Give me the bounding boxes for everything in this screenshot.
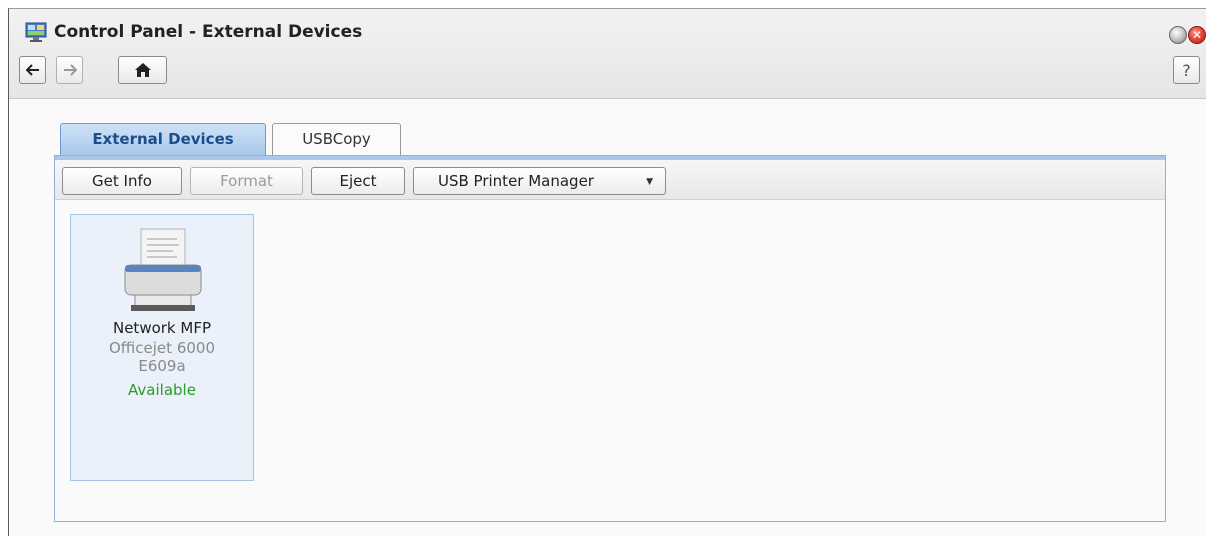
devices-toolbar: Get Info Format Eject USB Printer Manage…	[55, 160, 1165, 200]
control-panel-window: Control Panel - External Devices ✕ ? Ext…	[8, 8, 1206, 536]
forward-button[interactable]	[56, 56, 83, 84]
arrow-right-icon	[63, 64, 77, 76]
title-bar: Control Panel - External Devices ✕ ?	[9, 9, 1206, 99]
minimize-button[interactable]	[1169, 26, 1187, 44]
tab-usbcopy[interactable]: USBCopy	[272, 123, 401, 155]
back-button[interactable]	[19, 56, 46, 84]
window-title: Control Panel - External Devices	[54, 22, 363, 42]
device-status: Available	[128, 381, 196, 399]
get-info-button[interactable]: Get Info	[62, 167, 182, 195]
arrow-left-icon	[25, 64, 39, 76]
device-name: Network MFP	[112, 319, 211, 337]
format-button[interactable]: Format	[190, 167, 303, 195]
devices-panel: Get Info Format Eject USB Printer Manage…	[54, 155, 1166, 522]
main-content: External Devices USBCopy Get Info Format…	[9, 100, 1206, 536]
device-model-line2: E609a	[138, 357, 186, 375]
device-model-line1: Officejet 6000	[108, 339, 215, 357]
close-button[interactable]: ✕	[1188, 26, 1206, 44]
help-icon: ?	[1182, 60, 1191, 80]
help-button[interactable]: ?	[1173, 56, 1200, 84]
usb-printer-manager-button[interactable]: USB Printer Manager ▼	[413, 167, 666, 195]
eject-button[interactable]: Eject	[311, 167, 405, 195]
tab-external-devices[interactable]: External Devices	[60, 123, 266, 155]
printer-icon	[119, 225, 207, 315]
home-icon	[134, 63, 151, 77]
control-panel-icon	[25, 22, 47, 42]
close-icon: ✕	[1191, 28, 1203, 42]
home-button[interactable]	[118, 56, 167, 84]
device-model: Officejet 6000 E609a	[71, 339, 253, 375]
dropdown-caret-icon: ▼	[646, 177, 653, 187]
usb-printer-manager-label: USB Printer Manager	[438, 172, 594, 190]
device-tile-network-mfp[interactable]: Network MFP Officejet 6000 E609a Availab…	[70, 214, 254, 481]
